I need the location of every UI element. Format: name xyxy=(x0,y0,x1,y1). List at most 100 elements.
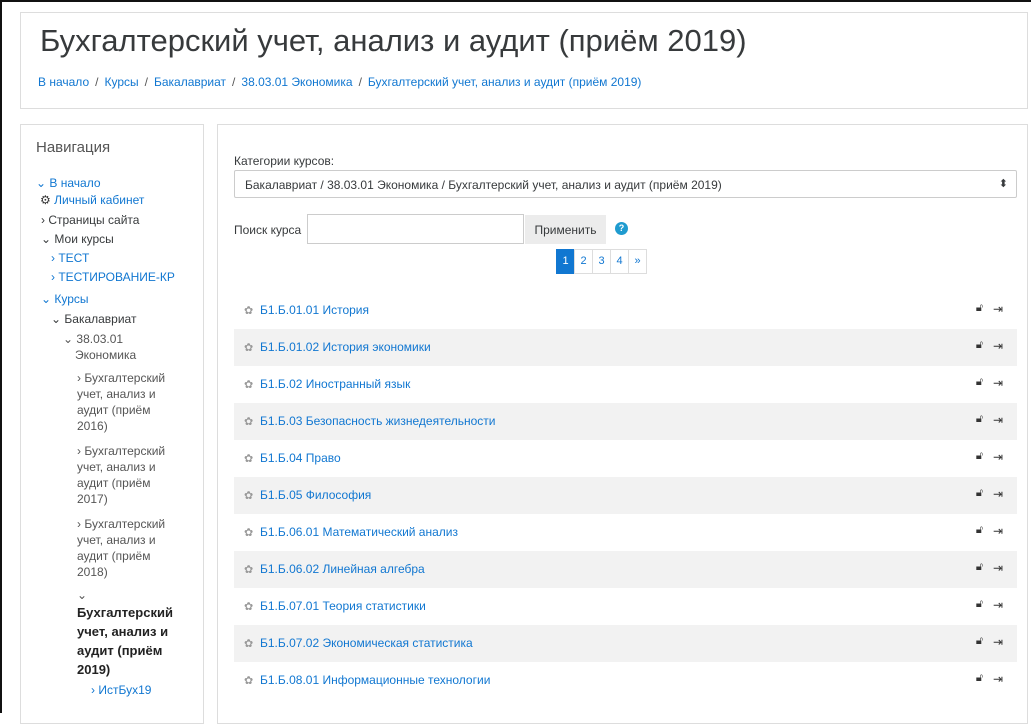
course-row: ✿ Б1.Б.06.01 Математический анализ 🔓︎ ⇥ xyxy=(234,514,1017,551)
page-next[interactable]: » xyxy=(628,249,647,274)
lock-icon: 🔓︎ xyxy=(975,413,983,425)
course-link[interactable]: Б1.Б.06.01 Математический анализ xyxy=(260,525,458,539)
enrol-icon[interactable]: ⇥ xyxy=(993,339,1003,353)
search-label: Поиск курса xyxy=(234,223,302,237)
lock-icon: 🔓︎ xyxy=(975,487,983,499)
category-label: Категории курсов: xyxy=(234,154,335,168)
enrol-icon[interactable]: ⇥ xyxy=(993,487,1003,501)
breadcrumb-bachelor[interactable]: Бакалавриат xyxy=(154,75,226,89)
page-title: Бухгалтерский учет, анализ и аудит (приё… xyxy=(40,23,747,58)
enrol-icon[interactable]: ⇥ xyxy=(993,302,1003,316)
nav-item-buh-2018[interactable]: › Бухгалтерский учет, анализ и аудит (пр… xyxy=(77,516,165,580)
course-link[interactable]: Б1.Б.01.02 История экономики xyxy=(260,340,431,354)
course-icon: ✿ xyxy=(244,527,254,539)
lock-icon: 🔓︎ xyxy=(975,339,983,351)
course-icon: ✿ xyxy=(244,379,254,391)
course-row: ✿ Б1.Б.08.01 Информационные технологии 🔓… xyxy=(234,662,1017,699)
chevron-down-icon: ⌄ xyxy=(63,332,77,346)
nav-item-buh-2019-active: Бухгалтерский учет, анализ и аудит (приё… xyxy=(77,605,173,677)
dashboard-icon: ⚙ xyxy=(40,193,55,207)
course-row: ✿ Б1.Б.02 Иностранный язык 🔓︎ ⇥ xyxy=(234,366,1017,403)
enrol-icon[interactable]: ⇥ xyxy=(993,672,1003,686)
apply-button[interactable]: Применить xyxy=(525,215,606,244)
nav-item-buh-2017[interactable]: › Бухгалтерский учет, анализ и аудит (пр… xyxy=(77,443,165,507)
course-link[interactable]: Б1.Б.04 Право xyxy=(260,451,341,465)
course-icon: ✿ xyxy=(244,342,254,354)
help-icon[interactable]: ? xyxy=(615,222,628,235)
category-select[interactable]: Бакалавриат / 38.03.01 Экономика / Бухга… xyxy=(234,170,1017,198)
course-icon: ✿ xyxy=(244,453,254,465)
course-row: ✿ Б1.Б.06.02 Линейная алгебра 🔓︎ ⇥ xyxy=(234,551,1017,588)
nav-item-my-courses[interactable]: ⌄ Мои курсы xyxy=(41,231,114,247)
breadcrumb-current[interactable]: Бухгалтерский учет, анализ и аудит (приё… xyxy=(368,75,642,89)
chevron-down-icon: ⌄ xyxy=(41,232,55,246)
course-link[interactable]: Б1.Б.08.01 Информационные технологии xyxy=(260,673,490,687)
enrol-icon[interactable]: ⇥ xyxy=(993,598,1003,612)
nav-item-istbuh19[interactable]: › ИстБух19 xyxy=(91,682,151,698)
enrol-icon[interactable]: ⇥ xyxy=(993,635,1003,649)
nav-item-economics[interactable]: ⌄ 38.03.01 Экономика xyxy=(63,331,136,363)
lock-icon: 🔓︎ xyxy=(975,376,983,388)
course-link[interactable]: Б1.Б.05 Философия xyxy=(260,488,371,502)
pagination: 1 2 3 4 » xyxy=(556,249,647,274)
course-row: ✿ Б1.Б.03 Безопасность жизнедеятельности… xyxy=(234,403,1017,440)
course-row: ✿ Б1.Б.04 Право 🔓︎ ⇥ xyxy=(234,440,1017,477)
course-icon: ✿ xyxy=(244,564,254,576)
nav-item-home[interactable]: ⌄ В начало xyxy=(36,175,101,191)
course-link[interactable]: Б1.Б.06.02 Линейная алгебра xyxy=(260,562,425,576)
nav-item-test[interactable]: › ТЕСТ xyxy=(51,250,89,266)
breadcrumb-courses[interactable]: Курсы xyxy=(104,75,138,89)
course-row: ✿ Б1.Б.05 Философия 🔓︎ ⇥ xyxy=(234,477,1017,514)
course-icon: ✿ xyxy=(244,675,254,687)
lock-icon: 🔓︎ xyxy=(975,450,983,462)
breadcrumb-economics[interactable]: 38.03.01 Экономика xyxy=(241,75,352,89)
page-1[interactable]: 1 xyxy=(556,249,575,274)
lock-icon: 🔓︎ xyxy=(975,672,983,684)
enrol-icon[interactable]: ⇥ xyxy=(993,413,1003,427)
course-row: ✿ Б1.Б.01.02 История экономики 🔓︎ ⇥ xyxy=(234,329,1017,366)
chevron-down-icon: ⌄ xyxy=(51,312,65,326)
select-arrow-icon: ⬍ xyxy=(998,178,1008,190)
course-link[interactable]: Б1.Б.02 Иностранный язык xyxy=(260,377,410,391)
course-icon: ✿ xyxy=(244,601,254,613)
breadcrumb: В начало / Курсы / Бакалавриат/38.03.01 Экон… xyxy=(38,75,642,89)
enrol-icon[interactable]: ⇥ xyxy=(993,561,1003,575)
nav-item-site-pages[interactable]: › Страницы сайта xyxy=(41,212,139,228)
course-link[interactable]: Б1.Б.07.01 Теория статистики xyxy=(260,599,426,613)
search-input[interactable] xyxy=(307,214,524,244)
enrol-icon[interactable]: ⇥ xyxy=(993,376,1003,390)
page-2[interactable]: 2 xyxy=(574,249,593,274)
course-link[interactable]: Б1.Б.07.02 Экономическая статистика xyxy=(260,636,473,650)
course-icon: ✿ xyxy=(244,490,254,502)
course-row: ✿ Б1.Б.01.01 История 🔓︎ ⇥ xyxy=(234,292,1017,329)
course-icon: ✿ xyxy=(244,305,254,317)
lock-icon: 🔓︎ xyxy=(975,598,983,610)
lock-icon: 🔓︎ xyxy=(975,561,983,573)
nav-item-courses[interactable]: ⌄ Курсы xyxy=(41,291,89,307)
lock-icon: 🔓︎ xyxy=(975,302,983,314)
nav-item-buh-2016[interactable]: › Бухгалтерский учет, анализ и аудит (пр… xyxy=(77,370,165,434)
enrol-icon[interactable]: ⇥ xyxy=(993,524,1003,538)
course-link[interactable]: Б1.Б.03 Безопасность жизнедеятельности xyxy=(260,414,496,428)
course-icon: ✿ xyxy=(244,416,254,428)
chevron-down-icon: ⌄ xyxy=(36,176,50,190)
lock-icon: 🔓︎ xyxy=(975,635,983,647)
nav-item-dashboard[interactable]: ⚙ Личный кабинет xyxy=(40,192,144,208)
navigation-block: Навигация ⌄ В начало ⚙ Личный кабинет › … xyxy=(20,124,204,724)
chevron-down-icon: ⌄ xyxy=(41,292,55,306)
course-row: ✿ Б1.Б.07.01 Теория статистики 🔓︎ ⇥ xyxy=(234,588,1017,625)
page-3[interactable]: 3 xyxy=(592,249,611,274)
enrol-icon[interactable]: ⇥ xyxy=(993,450,1003,464)
course-icon: ✿ xyxy=(244,638,254,650)
nav-item-testing-kr[interactable]: › ТЕСТИРОВАНИЕ-КР xyxy=(51,269,175,285)
course-row: ✿ Б1.Б.07.02 Экономическая статистика 🔓︎… xyxy=(234,625,1017,662)
chevron-down-icon[interactable]: ⌄ xyxy=(77,587,87,603)
course-link[interactable]: Б1.Б.01.01 История xyxy=(260,303,369,317)
page-4[interactable]: 4 xyxy=(610,249,629,274)
breadcrumb-home[interactable]: В начало xyxy=(38,75,89,89)
lock-icon: 🔓︎ xyxy=(975,524,983,536)
nav-item-bachelor[interactable]: ⌄ Бакалавриат xyxy=(51,311,136,327)
page-header: Бухгалтерский учет, анализ и аудит (приё… xyxy=(20,12,1028,109)
main-region: Категории курсов: Бакалавриат / 38.03.01… xyxy=(217,124,1028,724)
navigation-title: Навигация xyxy=(36,139,111,156)
